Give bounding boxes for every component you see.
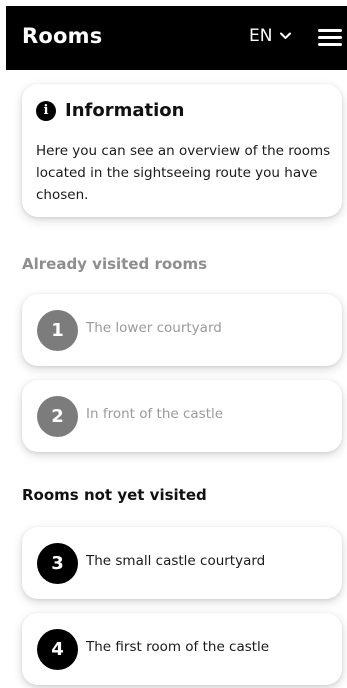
language-label: EN xyxy=(249,26,273,46)
room-item-4[interactable]: 4 The first room of the castle xyxy=(22,613,342,685)
room-item-3[interactable]: 3 The small castle courtyard xyxy=(22,527,342,599)
page-title: Rooms xyxy=(22,24,103,48)
top-bar: Rooms EN xyxy=(6,6,347,70)
information-text: Here you can see an overview of the room… xyxy=(36,143,331,203)
visited-rooms-heading: Already visited rooms xyxy=(22,255,208,273)
room-number-badge: 4 xyxy=(37,629,78,670)
not-visited-rooms-heading: Rooms not yet visited xyxy=(22,486,207,504)
room-name: The small castle courtyard xyxy=(86,553,266,569)
room-item-1[interactable]: 1 The lower courtyard xyxy=(22,294,342,366)
language-selector[interactable]: EN xyxy=(249,26,292,46)
information-header: i Information xyxy=(36,100,184,121)
chevron-down-icon xyxy=(280,32,292,40)
room-number-badge: 1 xyxy=(37,310,78,351)
app-root: Rooms EN i Information Here you can see … xyxy=(0,0,347,688)
room-name: The lower courtyard xyxy=(86,320,222,336)
information-title: Information xyxy=(65,100,185,121)
room-item-2[interactable]: 2 In front of the castle xyxy=(22,380,342,452)
room-number-badge: 2 xyxy=(37,396,78,437)
room-name: The first room of the castle xyxy=(86,639,270,655)
info-icon: i xyxy=(36,100,56,121)
hamburger-menu-icon[interactable] xyxy=(318,28,342,48)
information-card: i Information Here you can see an overvi… xyxy=(22,84,342,217)
room-number-badge: 3 xyxy=(37,543,78,584)
room-name: In front of the castle xyxy=(86,406,224,422)
